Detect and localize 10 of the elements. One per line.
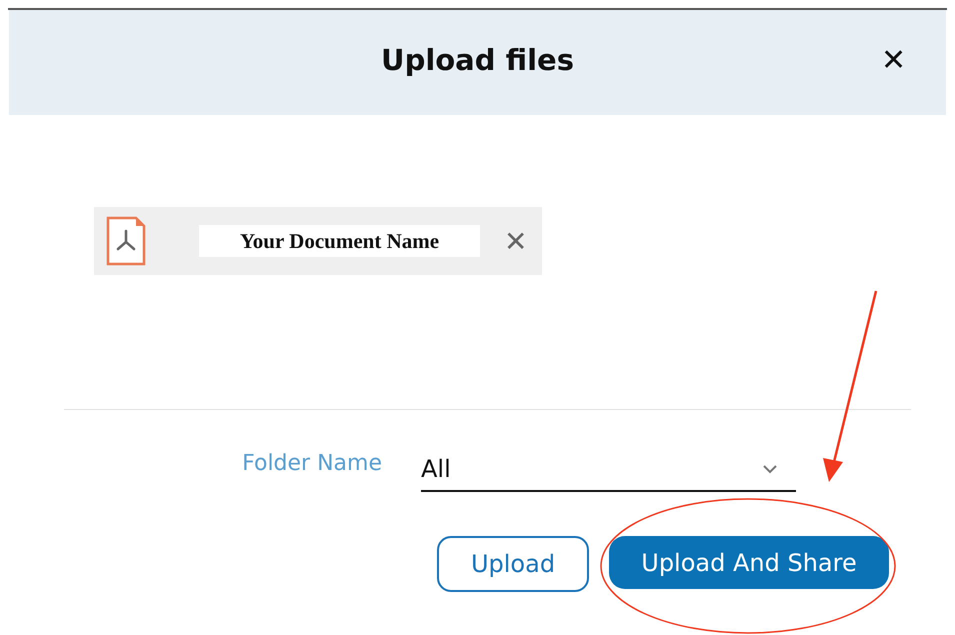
file-name: Your Document Name	[199, 225, 480, 257]
dialog-title: Upload files	[381, 42, 574, 76]
chevron-down-icon	[762, 464, 778, 474]
close-button[interactable]: ✕	[881, 42, 906, 78]
upload-and-share-button[interactable]: Upload And Share	[609, 536, 889, 589]
folder-name-label: Folder Name	[241, 451, 382, 478]
remove-file-button[interactable]: ✕	[504, 224, 527, 258]
pdf-file-icon	[106, 216, 146, 266]
upload-button[interactable]: Upload	[437, 536, 589, 592]
folder-select[interactable]: All	[421, 448, 796, 492]
